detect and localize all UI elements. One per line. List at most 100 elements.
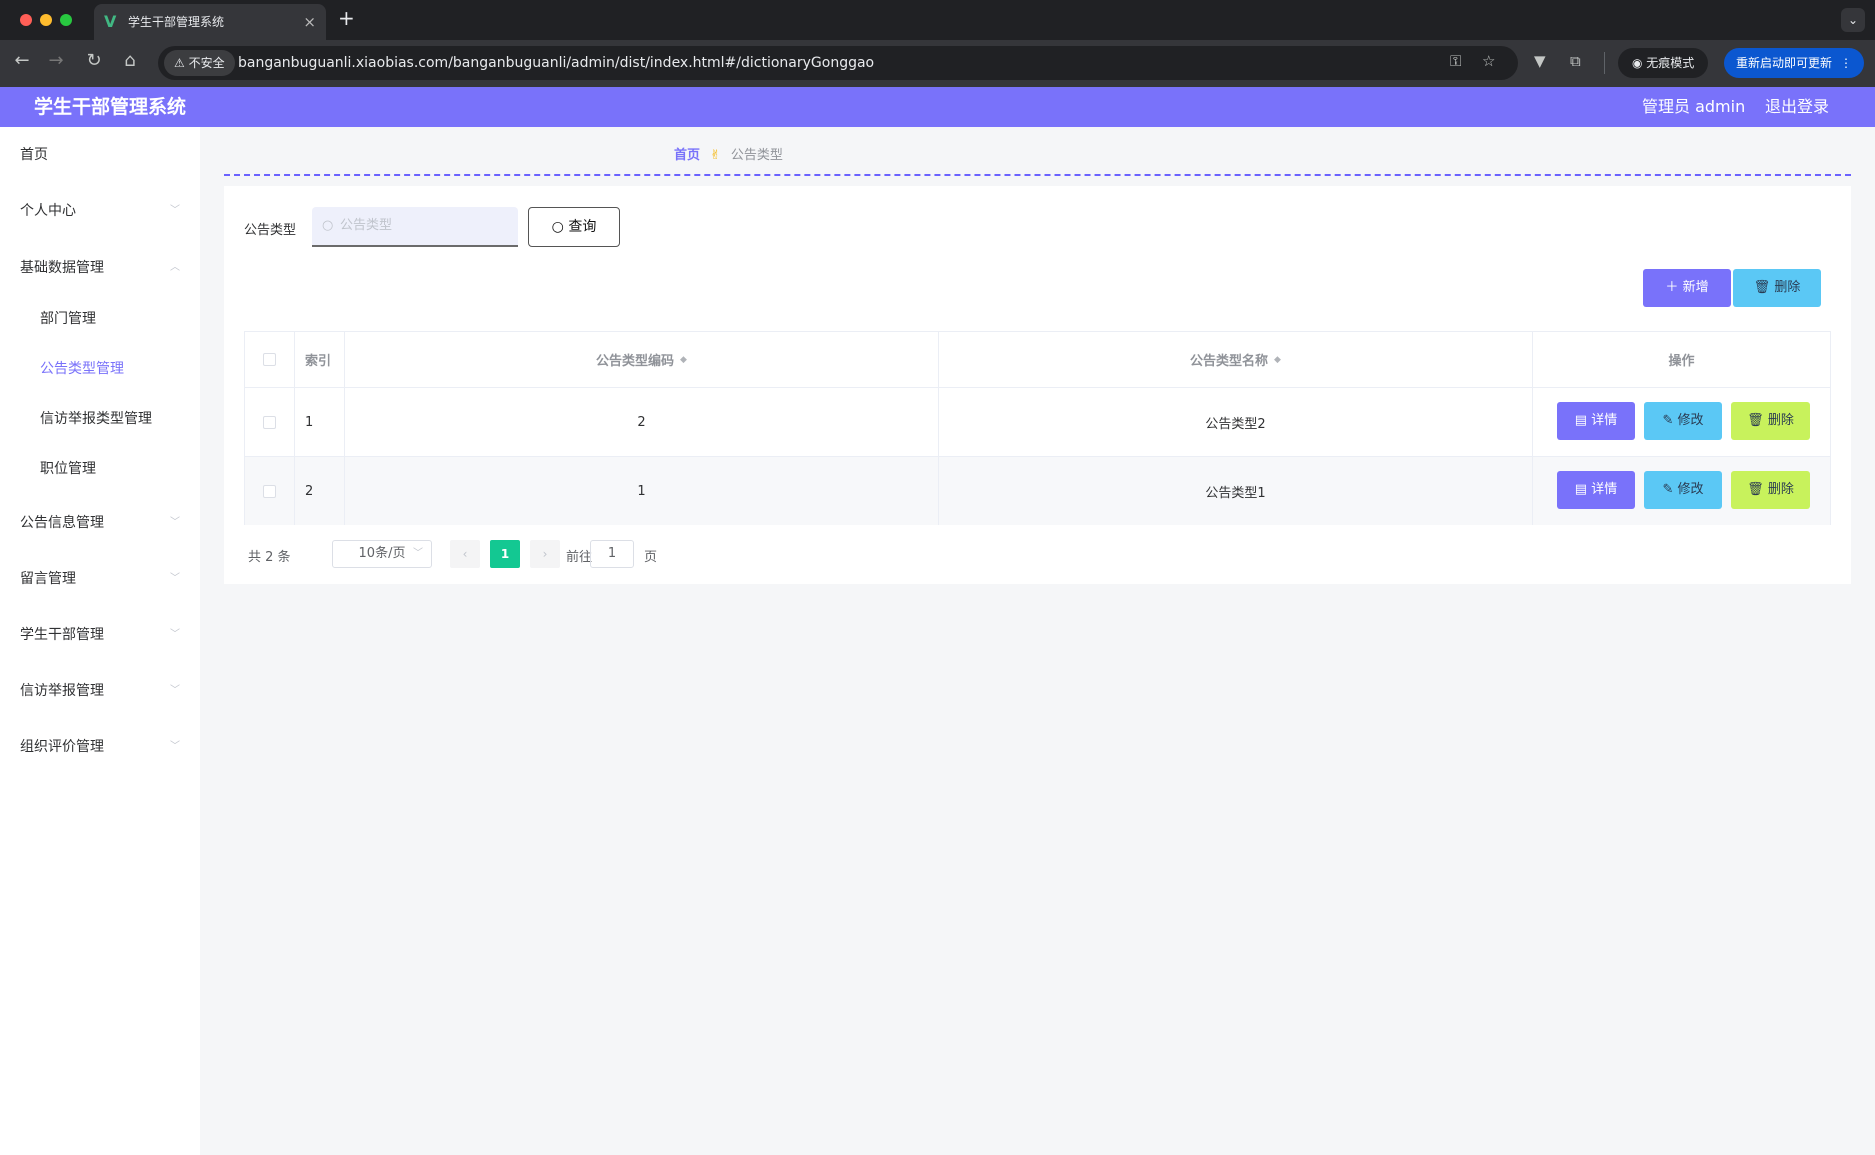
toolbar-divider [1604, 52, 1605, 74]
url-text[interactable]: banganbuguanli.xiaobias.com/banganbuguan… [238, 46, 874, 80]
tab-close-icon[interactable]: × [303, 4, 316, 40]
pencil-icon: ✎ [1662, 482, 1678, 497]
sidebar-item-label: 留言管理 [20, 571, 76, 587]
header-name[interactable]: 公告类型名称 ◆ [939, 332, 1533, 387]
query-button[interactable]: ○ 查询 [528, 207, 620, 247]
update-button[interactable]: 重新启动即可更新 ⋮ [1724, 48, 1864, 78]
password-key-icon[interactable]: ⚿ [1450, 52, 1461, 70]
row-select-cell [245, 457, 295, 525]
cell-index: 1 [295, 388, 345, 456]
cell-ops: ▤ 详情 ✎ 修改 🗑 删除 [1533, 388, 1830, 456]
page-size-label: 10条/页 [358, 546, 406, 561]
search-label: 公告类型 [244, 223, 297, 238]
edit-button[interactable]: ✎ 修改 [1644, 471, 1722, 509]
sidebar-item-label: 信访举报管理 [20, 683, 104, 699]
browser-tab[interactable]: V 学生干部管理系统 × [94, 4, 326, 40]
sort-icon[interactable]: ◆ [1274, 355, 1281, 365]
select-all-checkbox[interactable] [263, 353, 276, 366]
chevron-down-icon: ﹀ [170, 517, 180, 528]
sidebar-item-label: 组织评价管理 [20, 739, 104, 755]
chevron-down-icon: ﹀ [170, 205, 180, 216]
chevron-right-icon: › [542, 547, 548, 561]
next-page-button[interactable]: › [530, 540, 560, 568]
sidebar-item-basic-data[interactable]: 基础数据管理 ︿ [0, 248, 200, 288]
sidebar-item-notice-info[interactable]: 公告信息管理 ﹀ [0, 503, 200, 543]
bookmark-star-icon[interactable]: ☆ [1482, 52, 1495, 70]
back-icon[interactable]: ← [10, 50, 34, 71]
victory-hand-icon: ✌ [710, 148, 721, 163]
add-button[interactable]: ＋ 新增 [1643, 269, 1731, 307]
update-label: 重新启动即可更新 [1736, 56, 1833, 70]
tab-search-button[interactable]: ⌄ [1841, 8, 1865, 32]
address-bar[interactable]: ⚠ 不安全 banganbuguanli.xiaobias.com/bangan… [158, 46, 1518, 80]
cell-code: 1 [345, 457, 939, 525]
row-checkbox[interactable] [263, 415, 276, 429]
reload-icon[interactable]: ↻ [82, 50, 106, 71]
sidebar-item-messages[interactable]: 留言管理 ﹀ [0, 559, 200, 599]
chevron-down-icon: ﹀ [170, 629, 180, 640]
forward-icon[interactable]: → [44, 50, 68, 71]
row-select-cell [245, 388, 295, 456]
sidebar-item-position[interactable]: 职位管理 [0, 449, 200, 489]
sidebar-item-notice-type[interactable]: 公告类型管理 [0, 349, 200, 389]
more-menu-icon[interactable]: ⋮ [1840, 48, 1852, 78]
sidebar-item-personal-center[interactable]: 个人中心 ﹀ [0, 191, 200, 231]
logout-button[interactable]: 退出登录 [1765, 87, 1829, 127]
chevron-down-icon: ﹀ [170, 573, 180, 584]
edit-button[interactable]: ✎ 修改 [1644, 402, 1722, 440]
sidebar-item-home[interactable]: 首页 [0, 135, 200, 175]
page-size-select[interactable]: 10条/页 ﹀ [332, 540, 432, 568]
header-index-label: 索引 [305, 354, 332, 369]
chevron-left-icon: ‹ [462, 547, 468, 561]
maximize-window-button[interactable] [60, 14, 72, 26]
minimize-window-button[interactable] [40, 14, 52, 26]
sidebar-item-evaluation[interactable]: 组织评价管理 ﹀ [0, 727, 200, 767]
search-icon: ○ [322, 218, 334, 233]
document-icon: ▤ [1574, 482, 1592, 497]
breadcrumb: 首页 ✌ 公告类型 [674, 144, 783, 163]
edit-label: 修改 [1677, 413, 1704, 428]
app-header: 学生干部管理系统 管理员 admin 退出登录 [0, 87, 1875, 127]
search-field[interactable]: ○ [312, 207, 518, 247]
table-row: 1 2 公告类型2 ▤ 详情 ✎ 修改 🗑 删除 [245, 388, 1830, 457]
extensions-icon[interactable]: ⧉ [1570, 52, 1581, 70]
pencil-icon: ✎ [1662, 413, 1678, 428]
sidebar-item-student-cadre[interactable]: 学生干部管理 ﹀ [0, 615, 200, 655]
sort-icon[interactable]: ◆ [680, 355, 687, 365]
incognito-icon: ◉ [1632, 56, 1647, 70]
sidebar-item-department[interactable]: 部门管理 [0, 299, 200, 339]
cell-name: 公告类型2 [939, 388, 1533, 456]
breadcrumb-home[interactable]: 首页 [674, 148, 700, 163]
sidebar-item-petition[interactable]: 信访举报管理 ﹀ [0, 671, 200, 711]
page-number-current[interactable]: 1 [490, 540, 520, 568]
incognito-badge[interactable]: ◉ 无痕模式 [1618, 48, 1709, 78]
home-icon[interactable]: ⌂ [118, 50, 142, 71]
vue-devtools-icon[interactable]: ▼ [1534, 52, 1546, 70]
sidebar: 首页 个人中心 ﹀ 基础数据管理 ︿ 部门管理 公告类型管理 信访举报类型管理 职位… [0, 127, 200, 1155]
chevron-up-icon: ︿ [170, 262, 180, 273]
edit-label: 修改 [1677, 482, 1704, 497]
new-tab-button[interactable]: + [338, 6, 355, 30]
insecure-badge[interactable]: ⚠ 不安全 [164, 50, 235, 76]
query-label: 查询 [568, 219, 597, 235]
delete-label: 删除 [1767, 413, 1794, 428]
header-index: 索引 [295, 332, 345, 387]
goto-page-input[interactable]: 1 [590, 540, 634, 568]
batch-delete-button[interactable]: 🗑 删除 [1733, 269, 1821, 307]
sidebar-item-petition-type[interactable]: 信访举报类型管理 [0, 399, 200, 439]
document-icon: ▤ [1574, 413, 1592, 428]
detail-button[interactable]: ▤ 详情 [1557, 402, 1635, 440]
browser-toolbar: ← → ↻ ⌂ ⚠ 不安全 banganbuguanli.xiaobias.co… [0, 40, 1875, 87]
delete-button[interactable]: 🗑 删除 [1731, 402, 1810, 440]
close-window-button[interactable] [20, 14, 32, 26]
delete-button[interactable]: 🗑 删除 [1731, 471, 1810, 509]
header-ops-label: 操作 [1668, 354, 1695, 369]
breadcrumb-divider [224, 174, 1851, 176]
prev-page-button[interactable]: ‹ [450, 540, 480, 568]
search-input[interactable] [340, 217, 510, 232]
detail-button[interactable]: ▤ 详情 [1557, 471, 1635, 509]
row-checkbox[interactable] [263, 484, 276, 498]
header-code[interactable]: 公告类型编码 ◆ [345, 332, 939, 387]
vue-favicon-icon: V [104, 12, 117, 31]
chevron-down-icon: ﹀ [170, 685, 180, 696]
